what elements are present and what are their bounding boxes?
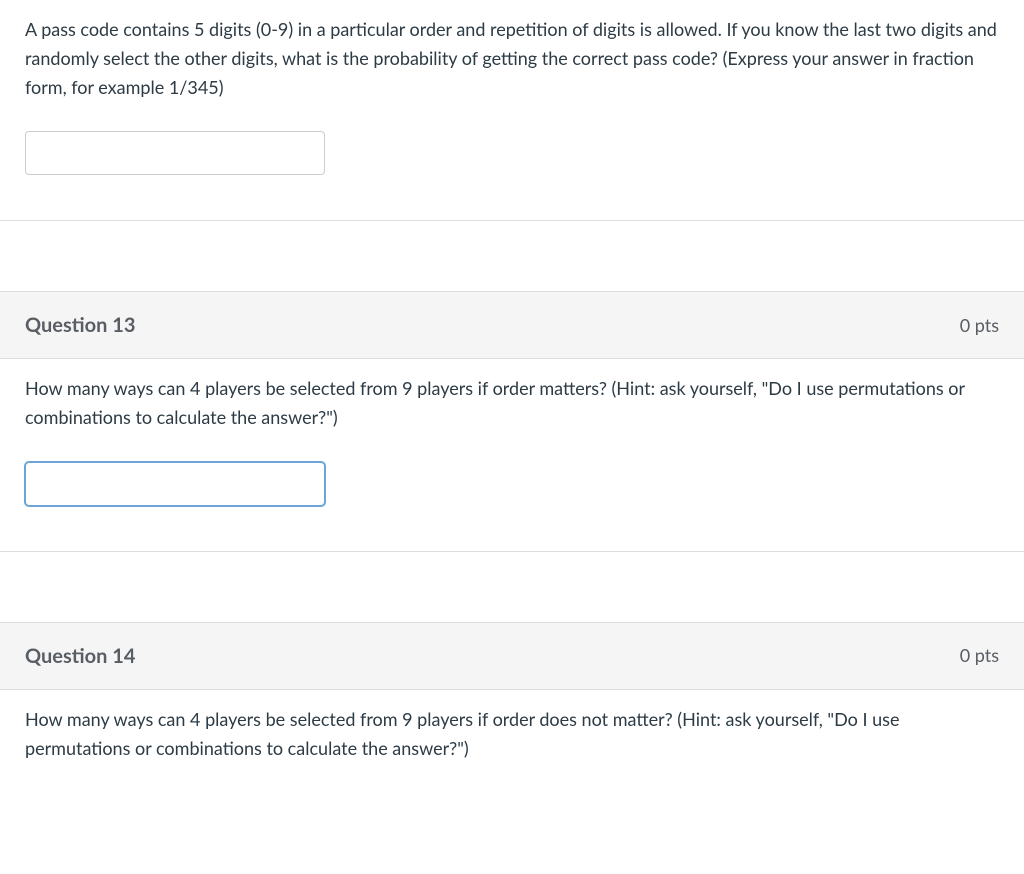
spacer bbox=[0, 221, 1024, 291]
question-13-points: 0 pts bbox=[960, 312, 999, 339]
question-12-text: A pass code contains 5 digits (0-9) in a… bbox=[25, 15, 999, 101]
spacer bbox=[0, 552, 1024, 622]
question-14-header: Question 14 0 pts bbox=[0, 622, 1024, 690]
question-12-answer-input[interactable] bbox=[25, 131, 325, 175]
question-13-body: How many ways can 4 players be selected … bbox=[0, 359, 1024, 551]
question-14-points: 0 pts bbox=[960, 642, 999, 669]
question-13-text: How many ways can 4 players be selected … bbox=[25, 374, 999, 432]
question-13-title: Question 13 bbox=[25, 310, 135, 340]
question-13-answer-input[interactable] bbox=[25, 462, 325, 506]
question-14-title: Question 14 bbox=[25, 641, 135, 671]
question-14-body: How many ways can 4 players be selected … bbox=[0, 690, 1024, 838]
question-12-body: A pass code contains 5 digits (0-9) in a… bbox=[0, 0, 1024, 220]
question-14-text: How many ways can 4 players be selected … bbox=[25, 705, 999, 763]
question-13-header: Question 13 0 pts bbox=[0, 291, 1024, 359]
